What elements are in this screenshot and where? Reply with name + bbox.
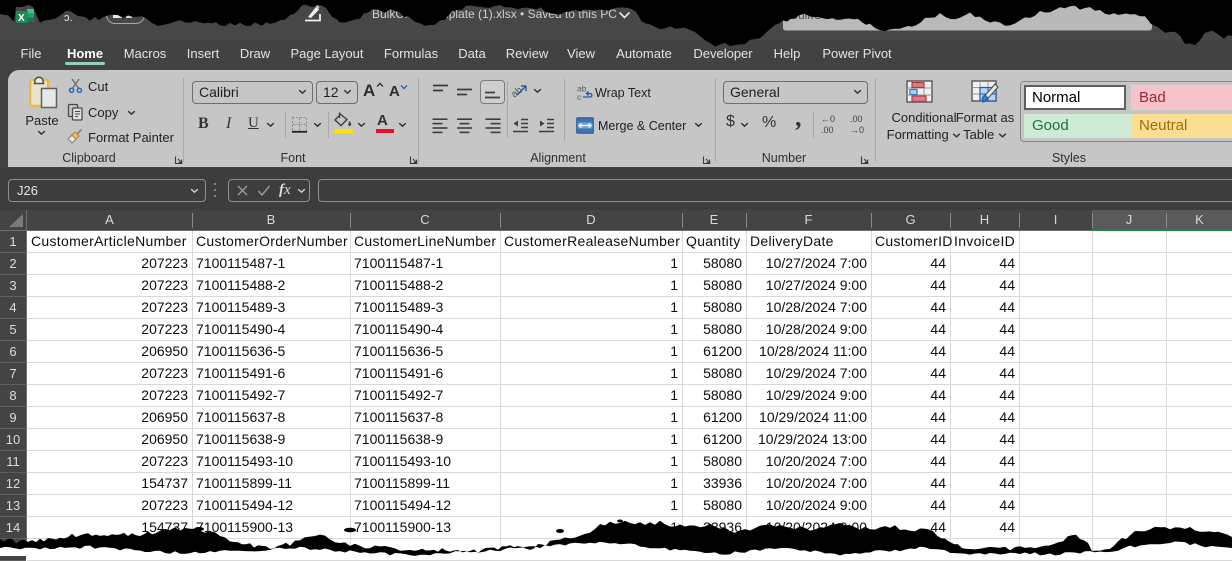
svg-text:←0: ←0 (821, 114, 835, 124)
svg-text:.00: .00 (821, 125, 834, 135)
svg-text:→0: →0 (850, 125, 864, 135)
svg-text:ab: ab (512, 85, 525, 99)
svg-text:.00: .00 (850, 114, 863, 124)
svg-text:X: X (18, 13, 25, 24)
